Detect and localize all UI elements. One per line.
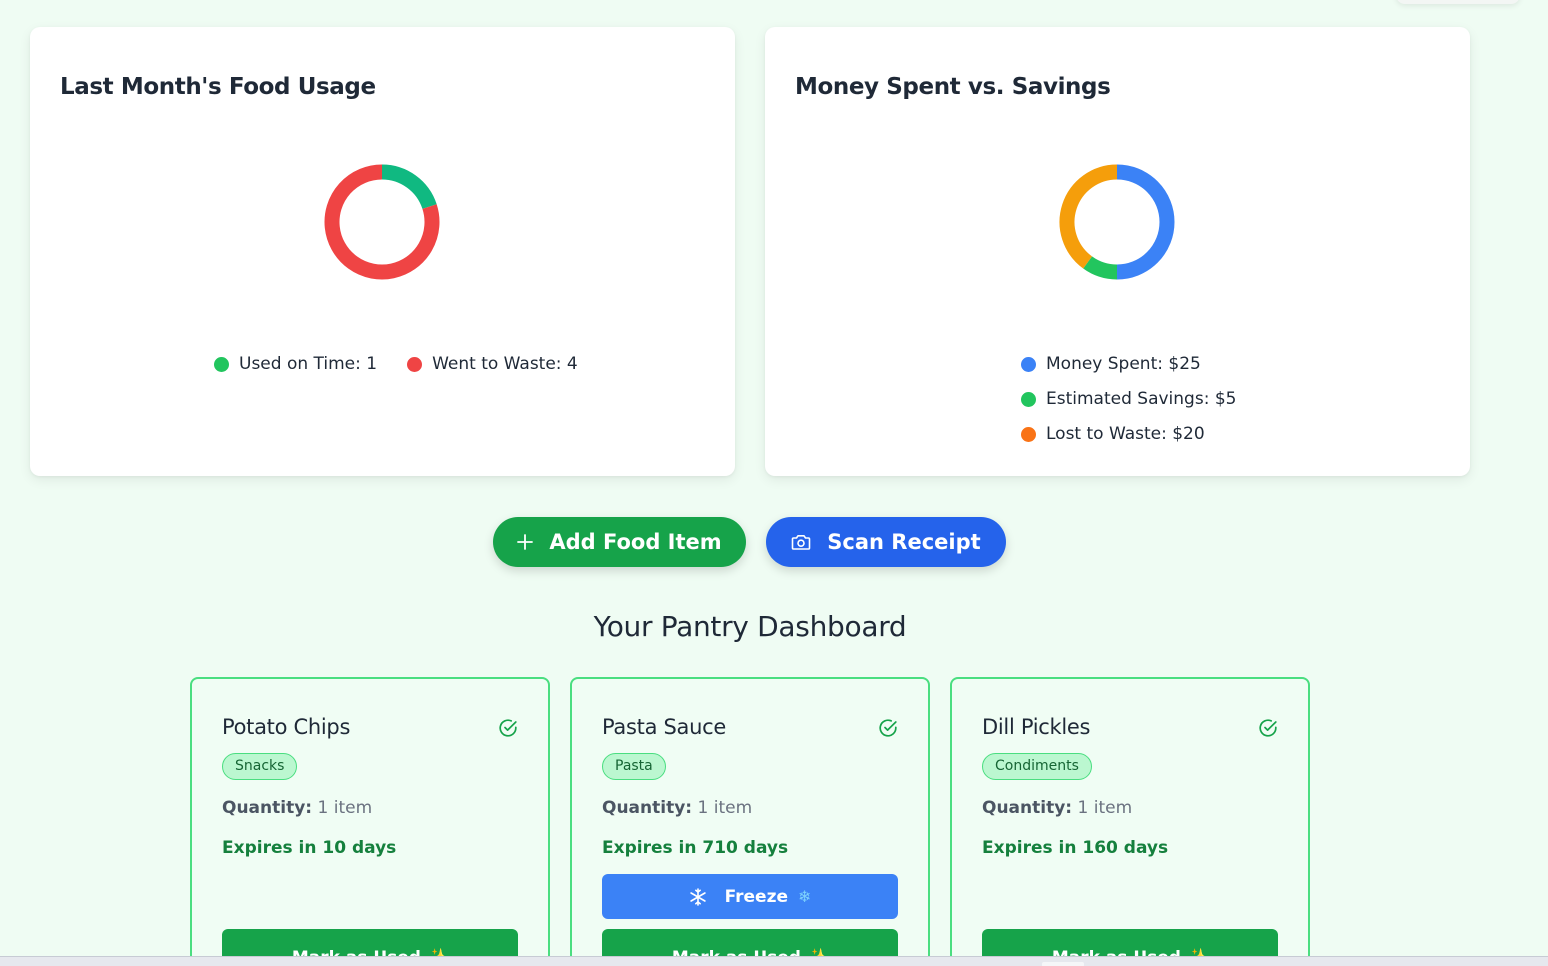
pantry-dashboard-title: Your Pantry Dashboard bbox=[593, 610, 907, 643]
category-badge: Snacks bbox=[222, 753, 298, 780]
legend-dot-lost-to-waste bbox=[1021, 426, 1036, 442]
camera-icon bbox=[791, 533, 811, 551]
food-usage-donut-chart bbox=[324, 164, 440, 280]
legend-label-used-on-time: Used on Time: 1 bbox=[239, 354, 378, 374]
food-usage-card: Last Month's Food Usage Used on Time: 1 … bbox=[30, 27, 735, 476]
quantity-value: 1 item bbox=[697, 798, 753, 818]
food-usage-legend: Used on Time: 1 Went to Waste: 4 bbox=[214, 354, 578, 374]
quantity-label: Quantity: bbox=[222, 798, 313, 818]
item-name: Dill Pickles bbox=[982, 715, 1091, 739]
plus-icon bbox=[517, 534, 534, 550]
snowflake-icon bbox=[689, 887, 707, 906]
check-circle-icon[interactable] bbox=[878, 718, 898, 742]
legend-dot-money-spent bbox=[1021, 356, 1036, 372]
quantity-value: 1 item bbox=[317, 798, 373, 818]
add-food-item-label: Add Food Item bbox=[549, 530, 722, 554]
item-expiry: Expires in 710 days bbox=[602, 838, 789, 858]
item-name: Potato Chips bbox=[222, 715, 351, 739]
top-pill bbox=[1396, 0, 1520, 4]
scan-receipt-label: Scan Receipt bbox=[827, 530, 981, 554]
legend-item-money-spent: Money Spent: $25 bbox=[1021, 354, 1201, 374]
legend-dot-went-to-waste bbox=[407, 356, 423, 372]
pantry-item-card: Pasta Sauce Pasta Quantity: 1 item Expir… bbox=[570, 677, 930, 966]
slice-used-on-time[interactable] bbox=[381, 164, 437, 210]
legend-item-estimated-savings: Estimated Savings: $5 bbox=[1021, 389, 1236, 409]
item-expiry: Expires in 160 days bbox=[982, 838, 1169, 858]
pantry-item-card: Potato Chips Snacks Quantity: 1 item Exp… bbox=[190, 677, 550, 966]
legend-label-lost-to-waste: Lost to Waste: $20 bbox=[1046, 424, 1205, 444]
legend-dot-used-on-time bbox=[214, 356, 229, 372]
legend-item-went-to-waste: Went to Waste: 4 bbox=[407, 354, 578, 374]
slice-money-spent[interactable] bbox=[1116, 164, 1175, 280]
pantry-item-card: Dill Pickles Condiments Quantity: 1 item… bbox=[950, 677, 1310, 966]
freeze-label: Freeze bbox=[724, 886, 788, 907]
add-food-item-button[interactable]: Add Food Item bbox=[493, 517, 746, 567]
legend-item-lost-to-waste: Lost to Waste: $20 bbox=[1021, 424, 1205, 444]
item-quantity: Quantity: 1 item bbox=[982, 798, 1132, 818]
check-circle-icon[interactable] bbox=[498, 718, 518, 742]
quantity-label: Quantity: bbox=[602, 798, 693, 818]
legend-dot-estimated-savings bbox=[1021, 391, 1036, 407]
item-expiry: Expires in 10 days bbox=[222, 838, 397, 858]
quantity-value: 1 item bbox=[1077, 798, 1133, 818]
scan-receipt-button[interactable]: Scan Receipt bbox=[766, 517, 1006, 567]
legend-label-went-to-waste: Went to Waste: 4 bbox=[432, 354, 578, 374]
check-circle-icon[interactable] bbox=[1258, 718, 1278, 742]
category-badge: Pasta bbox=[602, 753, 666, 780]
slice-estimated-savings[interactable] bbox=[1083, 256, 1118, 280]
quantity-label: Quantity: bbox=[982, 798, 1073, 818]
freeze-button[interactable]: Freeze ❄ bbox=[602, 874, 898, 919]
money-savings-card: Money Spent vs. Savings Money Spent: $25… bbox=[765, 27, 1470, 476]
scrollbar-thumb[interactable] bbox=[1042, 962, 1084, 966]
category-badge: Condiments bbox=[982, 753, 1092, 780]
snowflake-emoji-icon: ❄ bbox=[798, 887, 812, 906]
horizontal-scrollbar[interactable] bbox=[0, 956, 1548, 966]
item-name: Pasta Sauce bbox=[602, 715, 726, 739]
legend-item-used-on-time: Used on Time: 1 bbox=[214, 354, 377, 374]
item-quantity: Quantity: 1 item bbox=[602, 798, 752, 818]
item-quantity: Quantity: 1 item bbox=[222, 798, 372, 818]
legend-label-money-spent: Money Spent: $25 bbox=[1046, 354, 1201, 374]
legend-label-estimated-savings: Estimated Savings: $5 bbox=[1046, 389, 1237, 409]
slice-lost-to-waste[interactable] bbox=[1059, 164, 1118, 269]
